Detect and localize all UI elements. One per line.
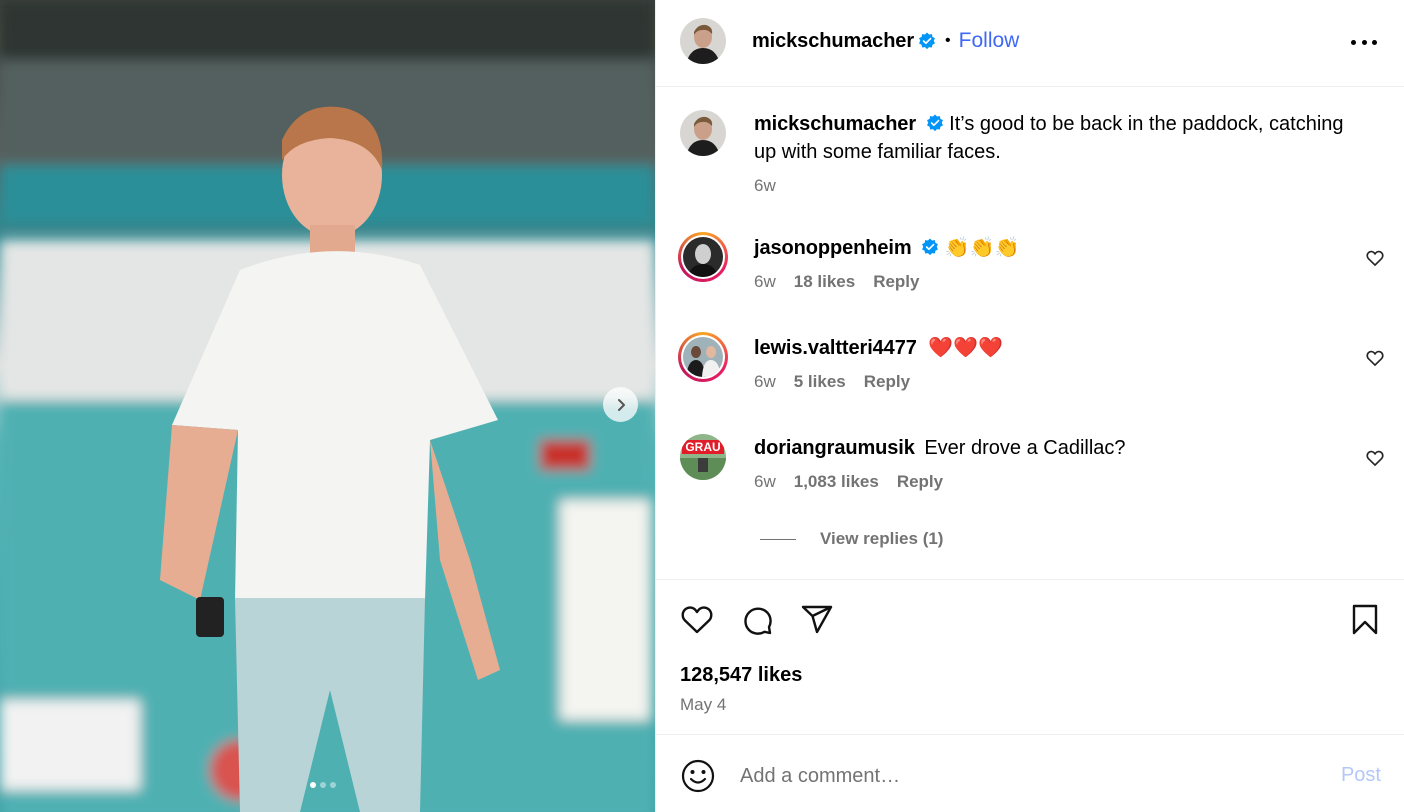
comment-text: 👏👏👏 <box>944 237 1020 259</box>
author-avatar[interactable] <box>680 110 726 156</box>
comment-body: doriangraumusik Ever drove a Cadillac? 6… <box>754 434 1354 496</box>
comment-username[interactable]: doriangraumusik <box>754 437 915 459</box>
comment-time[interactable]: 6w <box>754 268 776 296</box>
comments-list[interactable]: mickschumacher It’s good to be back in t… <box>656 88 1404 578</box>
follow-button[interactable]: Follow <box>959 29 1020 53</box>
comment-meta: 6w 18 likes Reply <box>754 268 1354 296</box>
comment-body: lewis.valtteri4477 ❤️❤️❤️ 6w 5 likes Rep… <box>754 334 1354 396</box>
replies-divider <box>760 538 796 540</box>
svg-text:GRAU: GRAU <box>685 440 720 454</box>
bookmark-icon[interactable] <box>1346 600 1384 638</box>
comment-icon[interactable] <box>738 600 776 638</box>
post-media[interactable] <box>0 0 655 812</box>
comment-username[interactable]: lewis.valtteri4477 <box>754 337 917 359</box>
comment-meta: 6w 5 likes Reply <box>754 368 1354 396</box>
comment-username[interactable]: jasonoppenheim <box>754 237 912 259</box>
comment-heart-icon[interactable] <box>1365 348 1385 368</box>
separator-dot: • <box>945 32 951 49</box>
post-panel: mickschumacher • Follow mickschumacher I… <box>655 0 1404 812</box>
carousel-dot <box>330 782 336 788</box>
next-image-button[interactable] <box>603 387 638 422</box>
chevron-right-icon <box>617 398 625 411</box>
post-button[interactable]: Post <box>1341 764 1381 787</box>
share-icon[interactable] <box>798 600 836 638</box>
verified-icon <box>926 114 943 132</box>
comment-composer: Post <box>656 736 1404 812</box>
view-replies-button[interactable]: View replies (1) <box>760 529 943 549</box>
reply-button[interactable]: Reply <box>873 268 919 296</box>
verified-icon <box>919 32 935 50</box>
carousel-dot <box>320 782 326 788</box>
emoji-icon[interactable] <box>680 758 716 794</box>
comment-time[interactable]: 6w <box>754 368 776 396</box>
comment-time[interactable]: 6w <box>754 468 776 496</box>
caption-meta: 6w <box>754 172 1354 200</box>
comment-heart-icon[interactable] <box>1365 448 1385 468</box>
comment-avatar[interactable]: GRAU <box>680 434 726 480</box>
comment-likes[interactable]: 18 likes <box>794 268 855 296</box>
caption-time[interactable]: 6w <box>754 172 776 200</box>
post-dialog: mickschumacher • Follow mickschumacher I… <box>0 0 1404 812</box>
comment-likes[interactable]: 1,083 likes <box>794 468 879 496</box>
reply-button[interactable]: Reply <box>897 468 943 496</box>
heart-icon[interactable] <box>678 600 716 638</box>
comment-item: lewis.valtteri4477 ❤️❤️❤️ 6w 5 likes Rep… <box>678 332 1384 404</box>
comment-text: Ever drove a Cadillac? <box>924 437 1126 459</box>
caption-username[interactable]: mickschumacher <box>754 113 916 135</box>
comment-avatar[interactable] <box>678 332 728 382</box>
post-header: mickschumacher • Follow <box>656 0 1404 87</box>
carousel-dot <box>310 782 316 788</box>
comment-item: jasonoppenheim 👏👏👏 6w 18 likes Reply <box>678 232 1384 304</box>
post-photo <box>0 0 655 812</box>
author-username[interactable]: mickschumacher <box>752 30 914 53</box>
caption-entry: mickschumacher It’s good to be back in t… <box>680 110 1380 200</box>
header-user-line: mickschumacher • Follow <box>752 29 1019 53</box>
comment-item: GRAU doriangraumusik Ever drove a Cadill… <box>680 434 1384 504</box>
caption-body: mickschumacher It’s good to be back in t… <box>754 110 1354 200</box>
comment-text: ❤️❤️❤️ <box>928 337 1004 359</box>
carousel-indicator <box>310 782 336 788</box>
comment-meta: 6w 1,083 likes Reply <box>754 468 1354 496</box>
author-avatar[interactable] <box>680 18 726 64</box>
comment-heart-icon[interactable] <box>1365 248 1385 268</box>
more-options-icon[interactable] <box>1351 30 1377 54</box>
verified-icon <box>922 238 939 256</box>
comment-likes[interactable]: 5 likes <box>794 368 846 396</box>
post-date[interactable]: May 4 <box>680 695 726 715</box>
view-replies-label: View replies (1) <box>820 529 944 548</box>
comment-input[interactable] <box>740 760 1300 792</box>
post-actions: 128,547 likes May 4 <box>656 579 1404 735</box>
comment-avatar[interactable] <box>678 232 728 282</box>
likes-count[interactable]: 128,547 likes <box>680 664 802 687</box>
reply-button[interactable]: Reply <box>864 368 910 396</box>
comment-body: jasonoppenheim 👏👏👏 6w 18 likes Reply <box>754 234 1354 296</box>
caption-text-block: mickschumacher It’s good to be back in t… <box>754 110 1354 166</box>
